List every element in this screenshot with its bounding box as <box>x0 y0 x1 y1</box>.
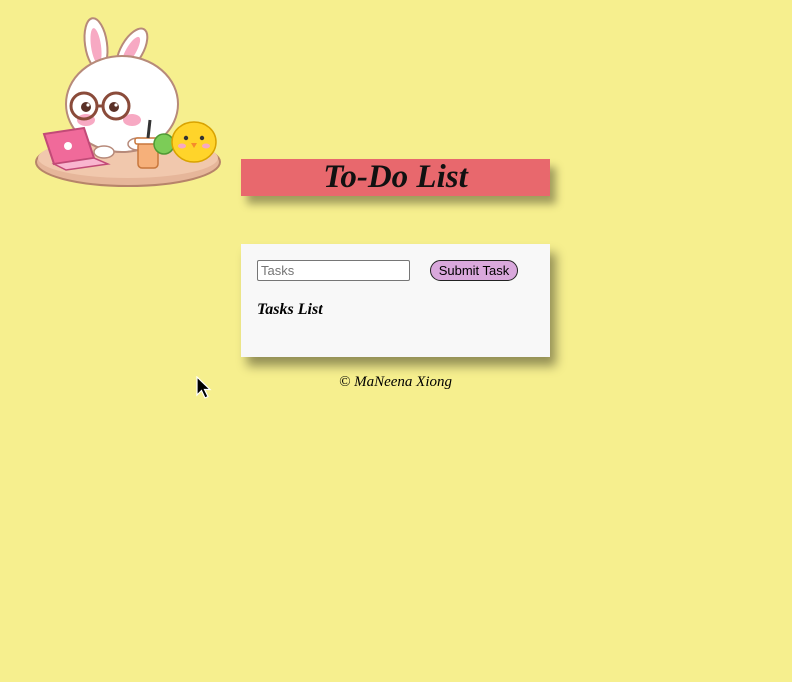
submit-task-button[interactable]: Submit Task <box>430 260 518 281</box>
tasks-list-heading: Tasks List <box>257 301 323 318</box>
mouse-pointer-icon <box>196 376 212 399</box>
page-title: To-Do List <box>323 159 468 195</box>
footer-credit: © MaNeena Xiong <box>338 374 453 390</box>
task-card: Submit Task Tasks List <box>241 244 550 357</box>
task-input[interactable] <box>257 260 410 281</box>
title-banner: To-Do List <box>241 159 550 196</box>
bunny-laptop-illustration <box>35 17 221 187</box>
